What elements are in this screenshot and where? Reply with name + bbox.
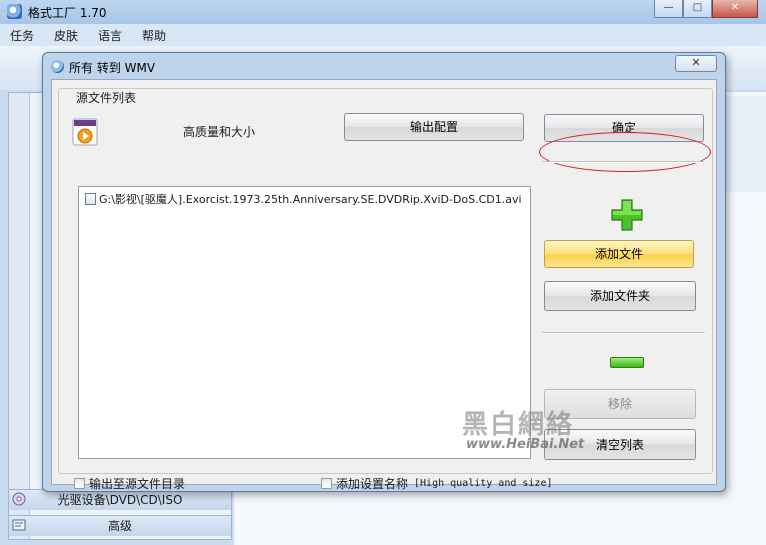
advanced-icon [12, 519, 26, 531]
menu-help[interactable]: 帮助 [132, 24, 176, 46]
app-title: 格式工厂 1.70 [28, 6, 107, 20]
maximize-button[interactable]: □ [683, 0, 712, 18]
menu-skin[interactable]: 皮肤 [44, 24, 88, 46]
dialog-close-button[interactable]: ✕ [675, 55, 717, 72]
wmv-format-icon [72, 118, 98, 146]
close-button[interactable]: ✕ [712, 0, 758, 18]
output-config-button[interactable]: 输出配置 [344, 113, 524, 141]
convert-dialog: 所有 转到 WMV ✕ 源文件列表 高质量和大小 输出配置 确定 G:\影视\[… [42, 52, 726, 492]
sidebar-icon-strip [9, 93, 30, 539]
add-plus-icon [611, 199, 643, 231]
dialog-title: 所有 转到 WMV [69, 61, 156, 75]
file-path: G:\影视\[驱魔人].Exorcist.1973.25th.Anniversa… [99, 193, 522, 206]
disc-icon [12, 492, 26, 506]
menu-task[interactable]: 任务 [0, 24, 44, 46]
dialog-app-icon [51, 60, 64, 73]
add-setting-name-checkbox[interactable] [321, 478, 332, 489]
app-icon [7, 4, 22, 19]
add-setting-name-option[interactable]: 添加设置名称 [High quality and size] [321, 475, 553, 492]
add-file-button[interactable]: 添加文件 [544, 240, 694, 268]
output-to-source-checkbox[interactable] [74, 478, 85, 489]
list-item[interactable]: G:\影视\[驱魔人].Exorcist.1973.25th.Anniversa… [85, 191, 522, 207]
output-to-source-option[interactable]: 输出至源文件目录 [74, 475, 185, 492]
add-setting-name-label: 添加设置名称 [336, 477, 409, 491]
remove-minus-icon [610, 357, 644, 368]
menubar: 任务 皮肤 语言 帮助 [0, 24, 766, 46]
remove-button[interactable]: 移除 [544, 389, 696, 419]
sidebar-item-advanced[interactable]: 高级 [9, 515, 231, 536]
sidebar-item-disc[interactable]: 光驱设备\DVD\CD\ISO [9, 489, 231, 510]
output-to-source-label: 输出至源文件目录 [89, 477, 186, 491]
main-titlebar: 格式工厂 1.70 — □ ✕ [0, 0, 766, 24]
setting-name-hint: [High quality and size] [414, 478, 553, 489]
ok-button[interactable]: 确定 [544, 114, 704, 142]
dialog-body: 源文件列表 高质量和大小 输出配置 确定 G:\影视\[驱魔人].Exorcis… [51, 79, 717, 491]
task-area-toolbar [720, 96, 766, 192]
file-list[interactable]: G:\影视\[驱魔人].Exorcist.1973.25th.Anniversa… [78, 186, 531, 459]
window-controls: — □ ✕ [654, 0, 758, 18]
sidebar-item-label: 光驱设备\DVD\CD\ISO [57, 493, 183, 507]
add-folder-button[interactable]: 添加文件夹 [544, 281, 696, 311]
divider [542, 332, 705, 334]
clear-list-button[interactable]: 清空列表 [544, 429, 696, 460]
file-icon [85, 193, 96, 205]
group-label: 源文件列表 [73, 89, 140, 106]
divider [542, 161, 705, 163]
menu-language[interactable]: 语言 [88, 24, 132, 46]
minimize-button[interactable]: — [654, 0, 683, 18]
quality-label: 高质量和大小 [183, 125, 256, 139]
sidebar-item-label: 高级 [107, 519, 132, 533]
